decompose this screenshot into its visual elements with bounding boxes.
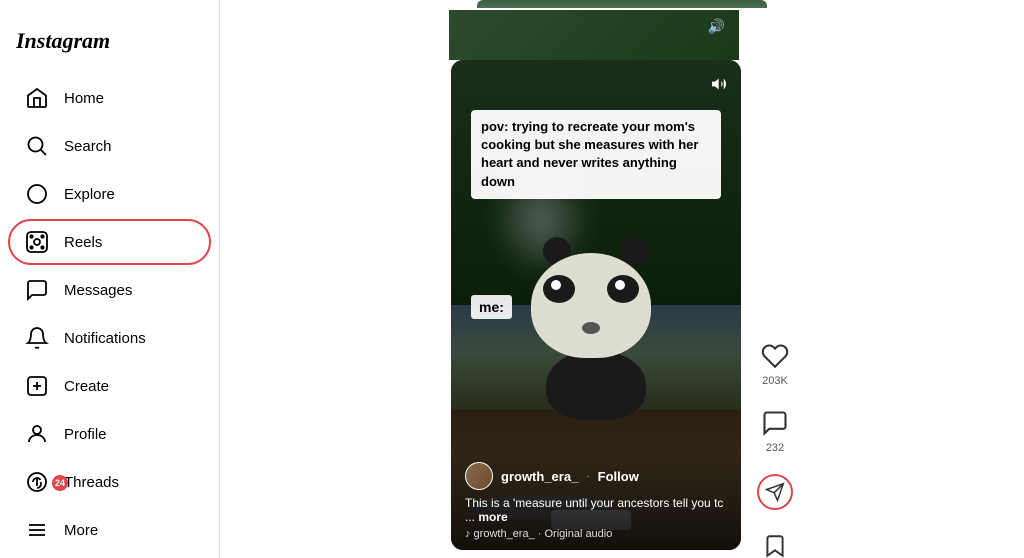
notifications-icon — [24, 325, 50, 351]
reels-icon — [24, 229, 50, 255]
create-label: Create — [64, 378, 109, 395]
comment-count: 232 — [766, 442, 784, 454]
comment-icon — [759, 407, 791, 439]
home-label: Home — [64, 90, 104, 107]
sidebar-item-explore[interactable]: Explore — [8, 171, 211, 217]
sidebar-item-more[interactable]: More — [8, 507, 211, 553]
sidebar-item-search[interactable]: Search — [8, 123, 211, 169]
reels-feed[interactable]: 🔊 — [220, 0, 1024, 558]
sidebar-item-create[interactable]: Create — [8, 363, 211, 409]
bookmark-button[interactable] — [759, 530, 791, 558]
sidebar-item-messages[interactable]: Messages — [8, 267, 211, 313]
bookmark-icon — [759, 530, 791, 558]
share-icon — [757, 474, 793, 510]
notifications-label: Notifications — [64, 330, 146, 347]
share-button[interactable] — [757, 474, 793, 510]
music-note: ♪ growth_era_ · Original audio — [465, 528, 612, 540]
like-button[interactable]: 203K — [759, 340, 791, 387]
sidebar-item-home[interactable]: Home — [8, 75, 211, 121]
panda-face — [531, 253, 651, 358]
sidebar: Instagram Home Search Explore — [0, 0, 220, 558]
app-logo: Instagram — [0, 16, 219, 74]
panda-character — [531, 253, 661, 420]
messages-label: Messages — [64, 282, 132, 299]
sound-icon[interactable] — [711, 76, 727, 92]
profile-icon — [24, 421, 50, 447]
threads-label: Threads — [64, 474, 119, 491]
explore-icon — [24, 181, 50, 207]
separator: · — [586, 471, 589, 482]
top-partial-reel[interactable]: 🔊 — [449, 10, 739, 60]
avatar-image — [466, 463, 492, 489]
search-icon — [24, 133, 50, 159]
main-content: 🔊 — [220, 0, 1024, 558]
sidebar-item-threads[interactable]: 24 Threads — [8, 459, 211, 505]
more-link[interactable]: more — [478, 510, 507, 524]
sidebar-item-notifications[interactable]: Notifications — [8, 315, 211, 361]
reel-audio: ♪ growth_era_ · Original audio — [465, 528, 727, 540]
reel-card: pov: trying to recreate your mom's cooki… — [451, 60, 793, 558]
reel-caption-overlay-me: me: — [471, 295, 512, 319]
more-label: More — [64, 522, 98, 539]
home-icon — [24, 85, 50, 111]
heart-icon — [759, 340, 791, 372]
reel-caption-text: This is a 'measure until your ancestors … — [465, 496, 727, 524]
sidebar-item-reels[interactable]: Reels — [8, 219, 211, 265]
search-label: Search — [64, 138, 112, 155]
reel-username: growth_era_ — [501, 469, 578, 484]
more-icon — [24, 517, 50, 543]
reel-video[interactable]: pov: trying to recreate your mom's cooki… — [451, 60, 741, 550]
panda-eye-white-left — [551, 280, 561, 290]
threads-icon: 24 — [24, 469, 50, 495]
threads-badge: 24 — [52, 475, 68, 491]
top-reel-sound-icon: 🔊 — [708, 18, 725, 35]
reel-caption-overlay-top: pov: trying to recreate your mom's cooki… — [471, 110, 721, 199]
sidebar-item-profile[interactable]: Profile — [8, 411, 211, 457]
reels-label: Reels — [64, 234, 102, 251]
panda-eye-patch-right — [607, 275, 639, 303]
panda-body — [546, 350, 646, 420]
messages-icon — [24, 277, 50, 303]
like-count: 203K — [762, 375, 788, 387]
panda-eye-white-right — [615, 280, 625, 290]
follow-button[interactable]: Follow — [598, 469, 639, 484]
reel-user-row: growth_era_ · Follow — [465, 462, 727, 490]
panda-eye-patch-left — [543, 275, 575, 303]
side-actions: 203K 232 — [757, 340, 793, 558]
profile-label: Profile — [64, 426, 107, 443]
panda-ear-right — [621, 237, 649, 265]
create-icon — [24, 373, 50, 399]
comment-button[interactable]: 232 — [759, 407, 791, 454]
panda-nose — [582, 322, 600, 334]
top-partial-reel-container — [477, 0, 767, 8]
avatar[interactable] — [465, 462, 493, 490]
reel-bottom-info: growth_era_ · Follow This is a 'measure … — [451, 452, 741, 550]
explore-label: Explore — [64, 186, 115, 203]
